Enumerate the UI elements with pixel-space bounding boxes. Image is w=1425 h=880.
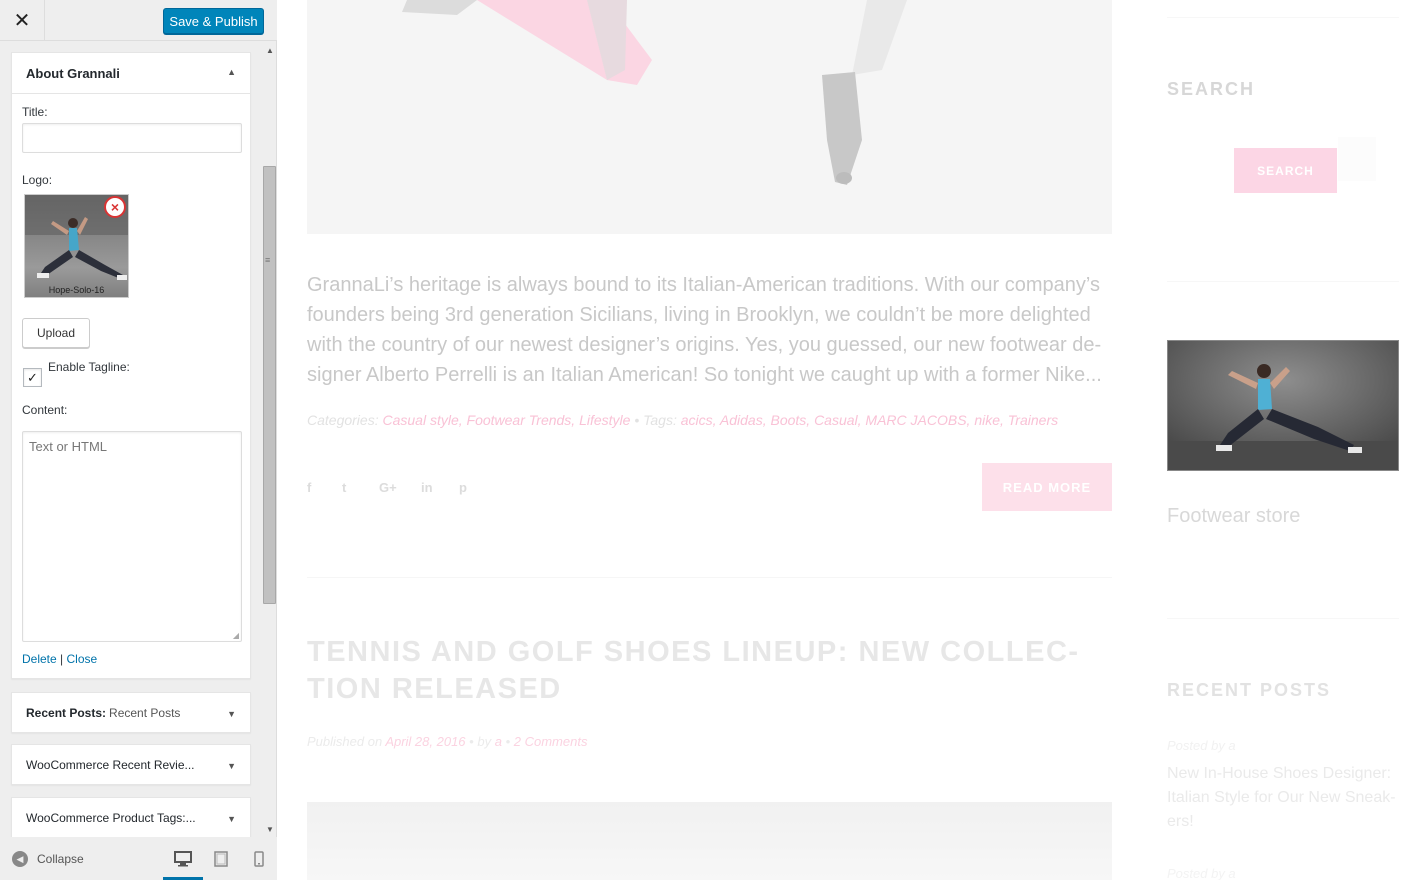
sidebar-divider: [1167, 618, 1399, 619]
resize-handle-icon[interactable]: ◢: [233, 631, 239, 640]
customizer-header: ✕ Save & Publish: [0, 0, 277, 41]
widget-woocommerce-product-tags[interactable]: WooCommerce Product Tags:... ▼: [11, 797, 251, 837]
widget-subtitle: Recent Posts: [109, 705, 181, 720]
post-title[interactable]: TENNIS AND GOLF SHOES LINEUP: NEW COLLEC…: [307, 634, 1112, 708]
athlete-photo: [1168, 341, 1398, 470]
pinterest-icon[interactable]: p: [459, 480, 467, 495]
expand-arrow-icon[interactable]: ▼: [227, 709, 236, 719]
enable-tagline-label: Enable Tagline:: [48, 360, 130, 374]
facebook-icon[interactable]: f: [307, 480, 311, 495]
customizer-footer: ◀ Collapse: [0, 837, 277, 880]
collapse-label: Collapse: [37, 852, 84, 866]
sidebar-scrollbar[interactable]: ▲ ≡ ▼: [262, 44, 277, 834]
mobile-icon: [254, 851, 264, 867]
published-label: Published on: [307, 734, 383, 749]
mobile-preview-button[interactable]: [248, 849, 270, 869]
title-label: Title:: [22, 105, 48, 119]
site-preview: GrannaLi’s heritage is always bound to i…: [278, 0, 1425, 880]
scroll-down-icon[interactable]: ▼: [266, 825, 274, 834]
meta-separator: •: [634, 412, 640, 428]
content-label: Content:: [22, 403, 68, 417]
featured-image-art: [307, 0, 1112, 234]
recent-posts-title: RECENT POSTS: [1167, 680, 1332, 700]
close-customizer-button[interactable]: ✕: [0, 0, 45, 41]
sidebar-image-caption: Footwear store: [1167, 505, 1301, 527]
upload-button[interactable]: Upload: [22, 318, 90, 348]
widget-title: About Grannali: [26, 65, 120, 81]
sidebar-divider: [1167, 281, 1399, 282]
widget-woocommerce-recent-reviews[interactable]: WooCommerce Recent Revie... ▼: [11, 744, 251, 785]
tags-links[interactable]: acics, Adidas, Boots, Casual, MARC JACOB…: [681, 412, 1058, 428]
collapse-arrow-icon[interactable]: ▲: [227, 67, 236, 77]
customizer-sidebar: ✕ Save & Publish About Grannali ▲ Title:…: [0, 0, 277, 880]
content-textarea[interactable]: Text or HTML ◢: [22, 431, 242, 642]
widget-actions: Delete | Close: [22, 652, 97, 666]
scrollbar-thumb[interactable]: [263, 166, 276, 604]
expand-arrow-icon[interactable]: ▼: [227, 761, 236, 771]
widget-name: Recent Posts:: [26, 705, 107, 720]
close-icon: ✕: [13, 10, 31, 32]
tablet-preview-button[interactable]: [210, 849, 232, 869]
by-label: by: [477, 734, 492, 749]
post-featured-image[interactable]: [307, 0, 1112, 234]
content-placeholder: Text or HTML: [29, 439, 108, 454]
widgets-panel: About Grannali ▲ Title: Logo: Hope-Solo-…: [0, 42, 277, 837]
tablet-icon: [214, 851, 228, 867]
remove-logo-icon[interactable]: ×: [104, 196, 126, 218]
search-button[interactable]: SEARCH: [1234, 148, 1337, 193]
post-date-link[interactable]: April 28, 2016: [385, 734, 465, 749]
post-divider: [307, 577, 1112, 578]
categories-label: Categories:: [307, 412, 379, 428]
recent-post-author: Posted by a: [1167, 866, 1236, 880]
collapse-icon: ◀: [12, 851, 28, 867]
widget-about-grannali: About Grannali ▲ Title: Logo: Hope-Solo-…: [11, 52, 251, 679]
scroll-up-icon[interactable]: ▲: [266, 46, 274, 55]
post-featured-image[interactable]: [307, 802, 1112, 880]
collapse-sidebar-button[interactable]: ◀ Collapse: [12, 851, 84, 867]
meta-separator: •: [505, 734, 511, 749]
recent-post-link[interactable]: New In-House Shoes Designer: Italian Sty…: [1167, 762, 1402, 834]
google-plus-icon[interactable]: G+: [379, 480, 397, 495]
desktop-preview-button[interactable]: [163, 849, 203, 880]
sidebar-divider: [1167, 17, 1399, 18]
desktop-icon: [174, 851, 192, 867]
delete-link[interactable]: Delete: [22, 652, 57, 666]
twitter-icon[interactable]: t: [342, 480, 346, 495]
post-meta: Published on April 28, 2016 • by a • 2 C…: [307, 734, 587, 749]
save-publish-button[interactable]: Save & Publish: [163, 8, 264, 34]
post-excerpt: GrannaLi’s heritage is always bound to i…: [307, 274, 1102, 386]
link-separator: |: [60, 652, 64, 666]
post-meta-categories-tags: Categories: Casual style, Footwear Trend…: [307, 412, 1112, 428]
linkedin-icon[interactable]: in: [421, 480, 433, 495]
search-widget-title: SEARCH: [1167, 79, 1256, 99]
widget-name: WooCommerce Recent Revie...: [26, 757, 195, 772]
comments-link[interactable]: 2 Comments: [514, 734, 588, 749]
widget-name: WooCommerce Product Tags:...: [26, 810, 196, 825]
read-more-button[interactable]: READ MORE: [982, 463, 1112, 511]
author-link[interactable]: a: [495, 734, 502, 749]
tags-label: Tags:: [643, 412, 677, 428]
logo-caption: Hope-Solo-16: [48, 285, 105, 295]
close-link[interactable]: Close: [67, 652, 98, 666]
scrollbar-grip-icon: ≡: [265, 255, 271, 265]
recent-post-author: Posted by a: [1167, 738, 1236, 753]
sidebar-image[interactable]: [1167, 340, 1399, 471]
search-input[interactable]: [1338, 137, 1376, 181]
widget-recent-posts[interactable]: Recent Posts: Recent Posts ▼: [11, 692, 251, 733]
title-input[interactable]: [22, 123, 242, 153]
expand-arrow-icon[interactable]: ▼: [227, 814, 236, 824]
categories-links[interactable]: Casual style, Footwear Trends, Lifestyle: [382, 412, 630, 428]
widget-about-header[interactable]: About Grannali ▲: [12, 53, 250, 94]
meta-separator: •: [469, 734, 474, 749]
logo-label: Logo:: [22, 173, 53, 187]
enable-tagline-checkbox[interactable]: ✓: [23, 368, 42, 387]
